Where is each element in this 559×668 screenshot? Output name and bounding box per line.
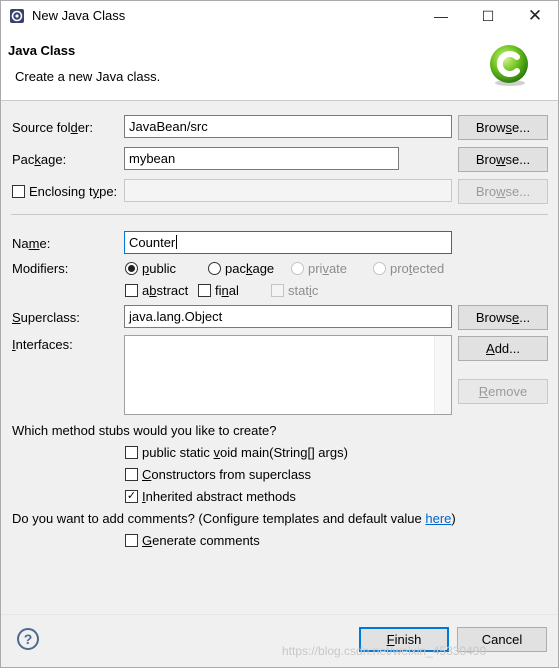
- stub-main-checkbox[interactable]: public static void main(String[] args): [125, 445, 348, 460]
- source-folder-browse-button[interactable]: Brow s e...: [458, 115, 548, 140]
- stub-inherited-checkbox[interactable]: ✓ Inherited abstract methods: [125, 489, 296, 504]
- method-stubs-question: Which method stubs would you like to cre…: [12, 423, 277, 438]
- stub-constructors-checkbox[interactable]: Constructors from superclass: [125, 467, 311, 482]
- enclosing-type-input: [124, 179, 452, 202]
- watermark: https://blog.csdn.net/weixin_45330490: [282, 644, 487, 658]
- enclosing-type-browse-button: Bro w se...: [458, 179, 548, 204]
- eclipse-app-icon: [10, 9, 24, 23]
- comments-question: Do you want to add comments? (Configure …: [12, 511, 456, 526]
- package-label: Package:: [12, 152, 67, 167]
- enclosing-type-checkbox[interactable]: Enclosing type:: [12, 184, 117, 199]
- new-java-class-dialog: New Java Class — ☐ ✕ Java Class Create a…: [0, 0, 559, 668]
- modifier-private-radio: private: [291, 261, 347, 276]
- modifier-package-radio[interactable]: package: [208, 261, 274, 276]
- superclass-input[interactable]: java.lang.Object: [124, 305, 452, 328]
- window-title: New Java Class: [32, 8, 126, 23]
- generate-comments-checkbox[interactable]: Generate comments: [125, 533, 260, 548]
- maximize-button[interactable]: ☐: [465, 1, 511, 31]
- modifier-final-checkbox[interactable]: final: [198, 283, 239, 298]
- superclass-browse-button[interactable]: Brows e...: [458, 305, 548, 330]
- name-input[interactable]: Counter: [124, 231, 452, 254]
- interfaces-list-scrollbar[interactable]: [434, 336, 451, 414]
- text-caret: [176, 235, 178, 249]
- modifier-protected-radio: protected: [373, 261, 444, 276]
- enclosing-type-label: Enclosing type:: [29, 184, 118, 199]
- footer-separator: [1, 614, 558, 615]
- wizard-subtitle: Create a new Java class.: [15, 69, 161, 84]
- wizard-title: Java Class: [8, 43, 76, 58]
- minimize-button[interactable]: —: [418, 1, 464, 31]
- package-input[interactable]: mybean: [124, 147, 399, 170]
- help-icon[interactable]: ?: [17, 628, 39, 650]
- modifiers-label: Modifiers:: [12, 261, 69, 276]
- add-interface-button[interactable]: Add...: [458, 336, 548, 361]
- modifier-public-radio[interactable]: public: [125, 261, 176, 276]
- radio-selected-dot: [128, 265, 135, 272]
- close-button[interactable]: ✕: [512, 1, 558, 31]
- modifier-static-checkbox: static: [271, 283, 318, 298]
- superclass-label: Superclass:: [12, 310, 80, 325]
- title-bar: New Java Class — ☐ ✕: [1, 1, 558, 31]
- name-label: Name:: [12, 236, 51, 251]
- class-wizard-icon: [490, 45, 528, 86]
- modifier-abstract-checkbox[interactable]: abstract: [125, 283, 188, 298]
- source-folder-input[interactable]: JavaBean/src: [124, 115, 452, 138]
- interfaces-list[interactable]: [124, 335, 452, 415]
- interfaces-label: Interfaces:: [12, 337, 73, 352]
- configure-templates-link[interactable]: here: [425, 511, 451, 526]
- separator: [11, 214, 548, 215]
- remove-interface-button: Remove: [458, 379, 548, 404]
- package-browse-button[interactable]: Bro w se...: [458, 147, 548, 172]
- source-folder-label: Source folder:: [12, 120, 93, 135]
- wizard-banner: Java Class Create a new Java class.: [1, 31, 558, 101]
- enclosing-type-checkbox-box[interactable]: [12, 185, 25, 198]
- checkmark-icon: ✓: [126, 490, 137, 502]
